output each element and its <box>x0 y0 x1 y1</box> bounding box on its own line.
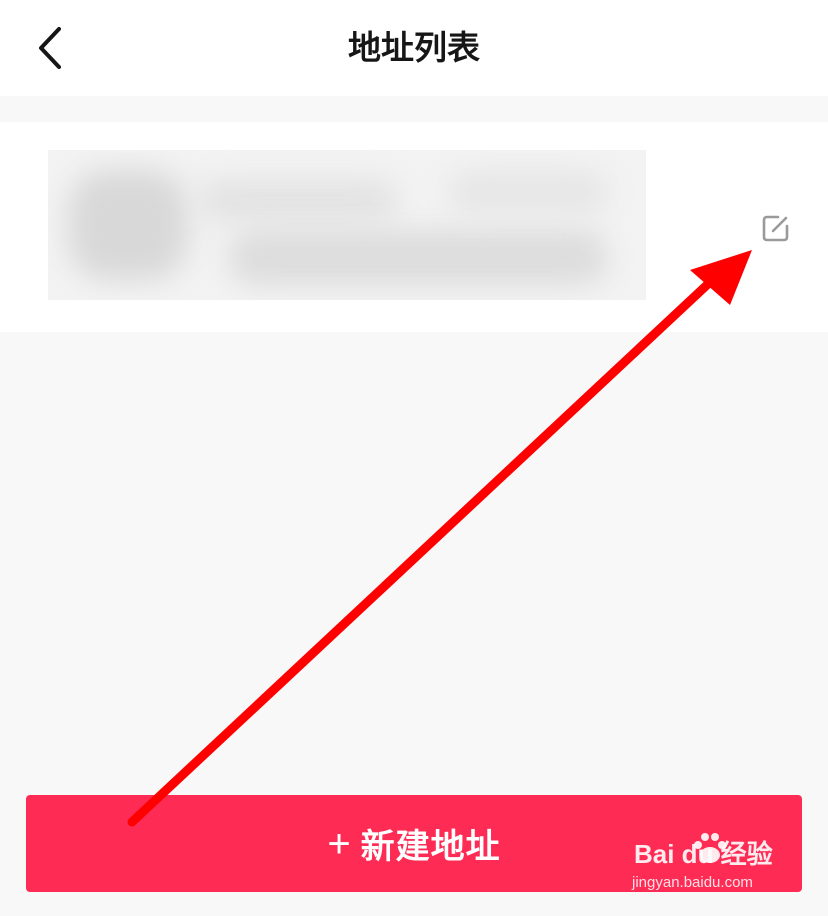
address-list-item[interactable] <box>0 122 828 332</box>
page-title: 地址列表 <box>348 28 480 67</box>
back-button[interactable] <box>28 22 72 74</box>
edit-icon <box>762 215 789 242</box>
paw-icon <box>694 833 726 863</box>
blurred-address-content <box>48 150 646 300</box>
edit-address-button[interactable] <box>760 212 792 244</box>
watermark-site: jingyan.baidu.com <box>632 874 753 891</box>
baidu-jingyan-watermark: Bai du 经验 jingyan.baidu.com <box>628 826 788 896</box>
plus-icon: + <box>327 821 351 866</box>
chevron-left-icon <box>39 27 61 69</box>
new-address-label: 新建地址 <box>360 828 501 866</box>
header-bar: 地址列表 <box>0 0 828 96</box>
